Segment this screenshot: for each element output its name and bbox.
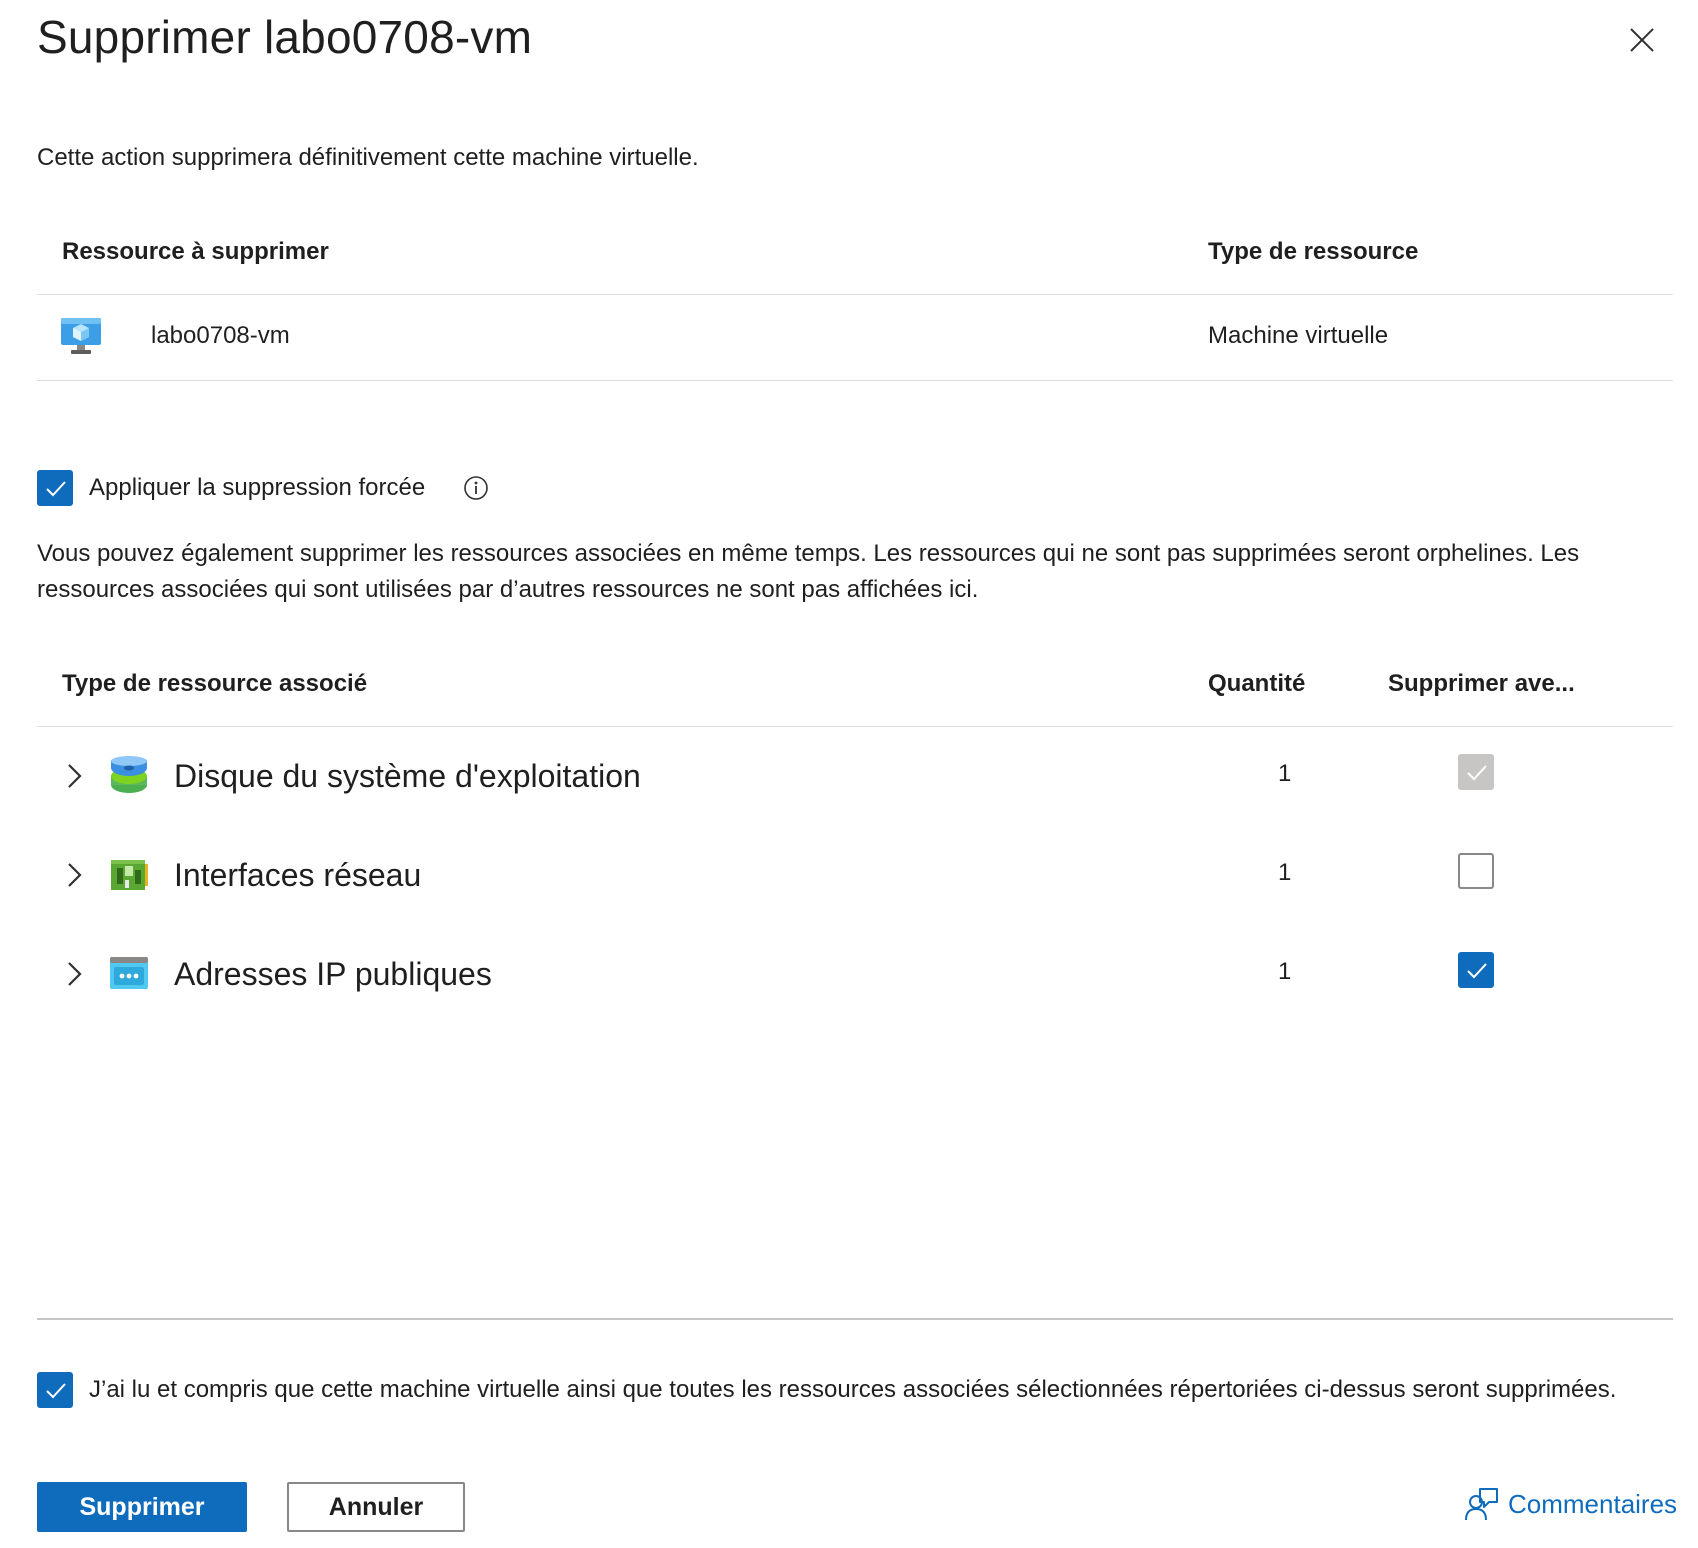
chevron-right-icon[interactable]	[62, 760, 86, 792]
acknowledge-label: J’ai lu et compris que cette machine vir…	[89, 1376, 1617, 1403]
network-interface-icon	[111, 860, 148, 890]
associated-resource-name: Disque du système d'exploitation	[174, 758, 641, 794]
virtual-machine-icon	[61, 318, 101, 354]
close-icon	[1630, 28, 1654, 52]
cancel-button[interactable]: Annuler	[287, 1482, 465, 1532]
disk-icon	[111, 756, 147, 793]
checkmark-icon	[46, 481, 66, 497]
checkmark-icon	[1467, 765, 1487, 781]
checkmark-icon	[46, 1383, 66, 1399]
close-button[interactable]	[1622, 20, 1662, 60]
resource-type: Machine virtuelle	[1208, 322, 1389, 349]
acknowledge-checkbox[interactable]	[37, 1372, 73, 1408]
delete-with-vm-checkbox[interactable]	[1458, 952, 1494, 988]
dialog-title: Supprimer labo0708-vm	[37, 11, 533, 63]
delete-with-vm-checkbox[interactable]	[1458, 853, 1494, 889]
associated-resource-quantity: 1	[1278, 760, 1292, 787]
force-delete-checkbox[interactable]	[37, 470, 73, 506]
associated-resource-name: Adresses IP publiques	[174, 956, 492, 992]
feedback-link[interactable]: Commentaires	[1464, 1484, 1677, 1524]
feedback-icon	[1465, 1488, 1498, 1521]
column-header-quantity: Quantité	[1208, 670, 1306, 697]
public-ip-icon	[110, 957, 148, 989]
table-header-divider	[37, 294, 1673, 295]
associated-resources-description: Vous pouvez également supprimer les ress…	[37, 540, 1580, 603]
chevron-right-icon[interactable]	[62, 958, 86, 990]
force-delete-label: Appliquer la suppression forcée	[89, 474, 426, 501]
resource-name: labo0708-vm	[151, 322, 290, 349]
associated-resource-name: Interfaces réseau	[174, 857, 422, 893]
delete-with-vm-checkbox	[1458, 754, 1494, 790]
column-header-resource: Ressource à supprimer	[62, 238, 329, 265]
delete-button[interactable]: Supprimer	[37, 1482, 247, 1532]
associated-header-divider	[37, 726, 1673, 727]
column-header-resource-type: Type de ressource	[1208, 238, 1419, 265]
table-row-divider	[37, 380, 1673, 381]
feedback-label: Commentaires	[1508, 1488, 1678, 1519]
column-header-associated-type: Type de ressource associé	[62, 670, 368, 697]
column-header-delete-with: Supprimer ave...	[1388, 670, 1575, 697]
dialog-description: Cette action supprimera définitivement c…	[37, 144, 699, 171]
associated-resource-quantity: 1	[1278, 958, 1292, 985]
associated-resource-quantity: 1	[1278, 859, 1292, 886]
chevron-right-icon[interactable]	[62, 859, 86, 891]
checkmark-icon	[1467, 963, 1487, 979]
footer-divider	[37, 1318, 1673, 1320]
info-icon[interactable]	[463, 475, 489, 501]
